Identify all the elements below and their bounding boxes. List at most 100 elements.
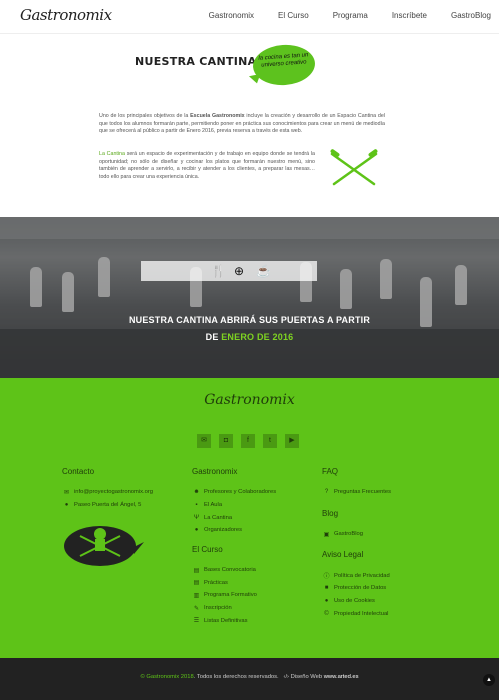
announcement-line-1: NUESTRA CANTINA ABRIRÁ SUS PUERTAS A PAR… [128,315,371,325]
intro-text: Uno de los principales objetivos de la [99,113,191,119]
design-label: Diseño Web [290,674,323,680]
icon-strip: 🍴 ⊕ ☕ [141,261,317,281]
info-icon: ⓘ [323,574,330,581]
footer-link-label: Preguntas Frecuentes [334,489,392,496]
footer-link-label: Política de Privacidad [334,572,390,579]
footer-link-label: Uso de Cookies [334,598,375,605]
footer-link-label: Protección de Datos [334,585,387,592]
list-icon: ☰ [193,618,200,625]
blog-icon: ▣ [323,531,330,538]
nav-item-gastronomix[interactable]: Gastronomix [209,11,254,20]
nav-item-inscribete[interactable]: Inscríbete [392,11,427,20]
users-icon: ☻ [193,489,200,496]
footer-link-label: GastroBlog [334,531,363,538]
youtube-icon[interactable]: ▶ [285,434,299,448]
footer-heading: El Curso [192,544,223,554]
crossed-knives-icon [330,149,378,186]
footer-link-label: El Aula [204,502,223,509]
book-icon: ▥ [193,592,200,599]
footer-link-propiedad[interactable]: © Propiedad Intelectual [322,607,391,620]
twitter-icon[interactable]: t [263,434,277,448]
footer-link-label: Propiedad Intelectual [334,610,389,617]
page-title: NUESTRA CANTINA [135,55,257,68]
chef-mascot-icon [64,526,144,566]
footer-col-contacto: Contacto ✉ info@proyectogastronomix.org ●… [62,467,153,511]
document-icon: ▤ [193,567,200,574]
user-icon: ● [194,527,199,534]
footer-link-label: Inscripción [204,605,232,612]
footer-link-gastroblog[interactable]: ▣ GastroBlog [322,528,391,541]
intro-paragraph-1: Uno de los principales objetivos de la E… [99,113,385,136]
site-header: Gastronomix Gastronomix El Curso Program… [0,0,499,34]
opening-date: ENERO DE 2016 [221,332,294,342]
document-icon: ▤ [193,580,200,587]
fork-knife-icon: Ψ [193,514,199,521]
site-logo[interactable]: Gastronomix [20,6,112,24]
designer-link[interactable]: www.arted.es [324,674,359,680]
kitchen-banner: 🍴 ⊕ ☕ NUESTRA CANTINA ABRIRÁ SUS PUERTAS… [0,217,499,378]
cup-icon: ☕ [256,264,271,278]
main-nav: Gastronomix El Curso Programa Inscríbete… [185,11,491,20]
contact-email-text: info@proyectogastronomix.org [74,489,154,496]
envelope-icon: ✉ [63,489,70,496]
email-icon[interactable]: ✉ [197,434,211,448]
scroll-to-top-button[interactable]: ▲ [483,674,495,686]
footer-link-label: Prácticas [204,579,228,586]
footer-link-cantina[interactable]: Ψ La Cantina [192,511,276,524]
copyright-text: © Gastronomix 2018. Todos los derechos r… [0,674,499,680]
nav-item-programa[interactable]: Programa [333,11,368,20]
footer-link-label: Programa Formativo [204,592,257,599]
footer-link-cookies[interactable]: ● Uso de Cookies [322,595,391,608]
footer-logo[interactable]: Gastronomix [0,392,499,408]
announcement-text: DE [205,332,222,342]
site-footer: Gastronomix ✉ ◘ f t ▶ Contacto ✉ info@pro… [0,378,499,658]
map-pin-icon: ● [64,502,69,509]
footer-link-aula[interactable]: ▪ El Aula [192,499,276,512]
footer-heading: Aviso Legal [322,550,364,560]
footer-col-gastronomix: Gastronomix ☻ Profesores y Colaboradores … [192,467,276,627]
footer-link-listas[interactable]: ☰ Listas Definitivas [192,615,276,628]
footer-link-label: Profesores y Colaboradores [204,489,277,496]
edit-icon: ✎ [193,605,200,612]
footer-link-preguntas[interactable]: ? Preguntas Frecuentes [322,486,391,499]
footer-link-programa[interactable]: ▥ Programa Formativo [192,589,276,602]
footer-link-profesores[interactable]: ☻ Profesores y Colaboradores [192,486,276,499]
facebook-icon[interactable]: f [241,434,255,448]
announcement-line-2: DE ENERO DE 2016 [0,329,499,346]
plus-circle-icon: ⊕ [234,264,245,278]
footer-heading: Contacto [62,467,95,476]
footer-link-label: La Cantina [204,514,233,521]
intro-brand-text: Escuela Gastronomix [190,113,245,119]
copyright-brand[interactable]: © Gastronomix 2018 [140,674,193,680]
footer-link-organizadores[interactable]: ● Organizadores [192,524,276,537]
social-links: ✉ ◘ f t ▶ [197,434,299,448]
contact-address-text: Paseo Puerta del Ángel, 5 [74,502,142,509]
opening-announcement: NUESTRA CANTINA ABRIRÁ SUS PUERTAS A PAR… [0,312,499,346]
question-icon: ? [324,489,329,496]
nav-item-gastroblog[interactable]: GastroBlog [451,11,491,20]
contact-address: ● Paseo Puerta del Ángel, 5 [62,499,153,512]
footer-col-faq: FAQ ? Preguntas Frecuentes Blog ▣ GastroBl… [322,467,391,620]
footer-link-practicas[interactable]: ▤ Prácticas [192,576,276,589]
copyright-rest: . Todos los derechos reservados. [193,674,279,680]
footer-heading: Gastronomix [192,467,238,476]
contact-email[interactable]: ✉ info@proyectogastronomix.org [62,486,153,499]
footer-link-bases[interactable]: ▤ Bases Convocatoria [192,564,276,577]
intro-text: será un espacio de experimentación y de … [99,151,315,180]
intro-paragraph-2: La Cantina será un espacio de experiment… [99,151,315,181]
code-icon: ‹/› [283,674,289,680]
nav-item-el-curso[interactable]: El Curso [278,11,309,20]
footer-link-label: Organizadores [204,527,243,534]
footer-link-privacidad[interactable]: ⓘ Política de Privacidad [322,569,391,582]
footer-link-proteccion[interactable]: ■ Protección de Datos [322,582,391,595]
footer-heading: FAQ [322,467,339,476]
banner-overlay [0,217,499,378]
instagram-icon[interactable]: ◘ [219,434,233,448]
cookie-icon: ● [324,598,329,605]
footer-link-label: Listas Definitivas [204,617,248,624]
footer-heading: Blog [322,508,339,518]
footer-link-inscripcion[interactable]: ✎ Inscripción [192,602,276,615]
copyright-icon: © [324,610,329,617]
copyright-bar: © Gastronomix 2018. Todos los derechos r… [0,658,499,700]
footer-link-label: Bases Convocatoria [204,567,256,574]
